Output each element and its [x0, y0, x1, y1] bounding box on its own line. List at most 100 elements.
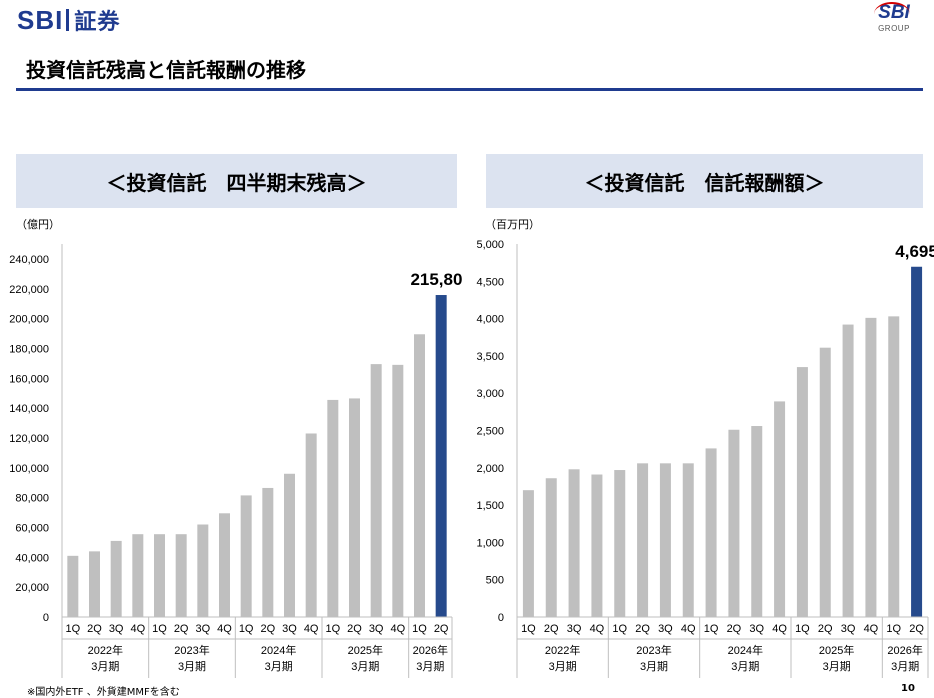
- group-period-label: 3月期: [265, 660, 293, 673]
- bar: [262, 487, 274, 617]
- x-tick-label: 2Q: [260, 623, 275, 635]
- logo-swoosh-icon: [874, 2, 910, 26]
- bar: [240, 495, 252, 617]
- bar-value-label: 4,695: [895, 242, 934, 261]
- y-tick-label: 220,000: [9, 284, 49, 296]
- bar: [219, 513, 230, 617]
- bar: [774, 401, 786, 617]
- bar: [284, 473, 295, 617]
- x-tick-label: 2Q: [347, 623, 362, 635]
- x-tick-label: 3Q: [195, 623, 210, 635]
- group-period-label: 3月期: [416, 660, 444, 673]
- fund-balance-bar-chart: 0 20,000 40,000 60,000 80,000 100,000 120,000 1…: [9, 244, 462, 678]
- right-chart-title: ＜投資信託 信託報酬額＞: [486, 154, 923, 208]
- x-tick-label: 1Q: [152, 623, 167, 635]
- bar: [728, 429, 740, 617]
- bar: [614, 470, 626, 617]
- group-period-label: 3月期: [351, 660, 379, 673]
- bar: [888, 316, 900, 617]
- group-year-label: 2025年: [348, 643, 383, 657]
- group-year-label: 2025年: [819, 643, 854, 657]
- bar: [522, 490, 534, 617]
- x-tick-label: 3Q: [658, 623, 673, 635]
- x-tick-label: 3Q: [109, 623, 124, 635]
- group-year-label: 2024年: [261, 643, 296, 657]
- x-tick-label: 2Q: [635, 623, 650, 635]
- highlight-bar: [911, 266, 923, 617]
- bar: [110, 540, 122, 617]
- y-tick-label: 240,000: [9, 254, 49, 266]
- bar: [392, 364, 404, 617]
- page-number: 10: [901, 683, 915, 694]
- footnote: ※国内外ETF 、外貨建MMFを含む: [27, 687, 180, 698]
- y-tick-label: 0: [498, 612, 504, 624]
- group-period-label: 3月期: [640, 660, 668, 673]
- y-tick-label: 60,000: [15, 522, 49, 534]
- x-tick-label: 2Q: [544, 623, 559, 635]
- x-tick-label: 2Q: [87, 623, 102, 635]
- x-tick-label: 3Q: [282, 623, 297, 635]
- group-year-label: 2026年: [413, 643, 448, 657]
- x-tick-label: 4Q: [864, 623, 879, 635]
- y-tick-label: 3,000: [476, 388, 504, 400]
- group-period-label: 3月期: [178, 660, 206, 673]
- y-tick-label: 2,500: [476, 426, 504, 438]
- x-tick-label: 3Q: [841, 623, 856, 635]
- highlight-bar: [435, 295, 447, 617]
- x-tick-label: 1Q: [521, 623, 536, 635]
- trust-fee-bar-chart: 0 500 1,000 1,500 2,000 2,500 3,000 3,500 4,000 4…: [476, 239, 934, 678]
- group-period-label: 3月期: [823, 660, 851, 673]
- x-tick-label: 2Q: [174, 623, 189, 635]
- bar: [545, 478, 557, 617]
- y-tick-label: 120,000: [9, 433, 49, 445]
- logo-roman: SBI: [17, 5, 64, 35]
- x-tick-label: 4Q: [130, 623, 145, 635]
- bar: [842, 324, 854, 617]
- bar: [705, 448, 717, 617]
- bar: [568, 469, 580, 617]
- bar: [89, 551, 100, 617]
- bar: [305, 433, 317, 617]
- bar: [751, 426, 763, 617]
- bar: [175, 534, 187, 617]
- y-tick-label: 180,000: [9, 343, 49, 355]
- y-tick-label: 160,000: [9, 373, 49, 385]
- bar: [414, 334, 425, 617]
- y-tick-label: 500: [486, 575, 504, 587]
- y-tick-label: 1,500: [476, 500, 504, 512]
- y-tick-label: 40,000: [15, 552, 49, 564]
- x-tick-label: 1Q: [704, 623, 719, 635]
- x-tick-label: 2Q: [909, 623, 924, 635]
- left-chart-title: ＜投資信託 四半期末残高＞: [16, 154, 457, 208]
- x-tick-label: 1Q: [412, 623, 427, 635]
- group-year-label: 2026年: [887, 643, 922, 657]
- bar: [132, 534, 144, 617]
- bar-value-label: 215,804: [410, 270, 462, 289]
- title-underline: [16, 88, 923, 91]
- bar: [659, 463, 671, 617]
- bar: [349, 398, 360, 617]
- bar: [327, 399, 339, 617]
- group-period-label: 3月期: [549, 660, 577, 673]
- y-tick-label: 100,000: [9, 463, 49, 475]
- x-tick-label: 1Q: [886, 623, 901, 635]
- x-tick-label: 3Q: [369, 623, 384, 635]
- x-tick-label: 4Q: [772, 623, 787, 635]
- group-year-label: 2024年: [728, 643, 763, 657]
- y-tick-label: 4,000: [476, 314, 504, 326]
- group-period-label: 3月期: [891, 660, 919, 673]
- page-title: 投資信託残高と信託報酬の推移: [26, 58, 306, 82]
- x-tick-label: 1Q: [612, 623, 627, 635]
- y-tick-label: 0: [43, 612, 49, 624]
- y-tick-label: 200,000: [9, 314, 49, 326]
- bar: [819, 347, 831, 617]
- bar: [67, 555, 79, 617]
- logo-separator: [66, 9, 70, 31]
- sbi-securities-logo: SBI 証券: [17, 4, 120, 36]
- y-tick-label: 1,000: [476, 537, 504, 549]
- x-tick-label: 2Q: [818, 623, 833, 635]
- right-chart-unit: （百万円）: [485, 218, 540, 231]
- x-tick-label: 4Q: [217, 623, 232, 635]
- y-tick-label: 2,000: [476, 463, 504, 475]
- bar: [682, 463, 694, 617]
